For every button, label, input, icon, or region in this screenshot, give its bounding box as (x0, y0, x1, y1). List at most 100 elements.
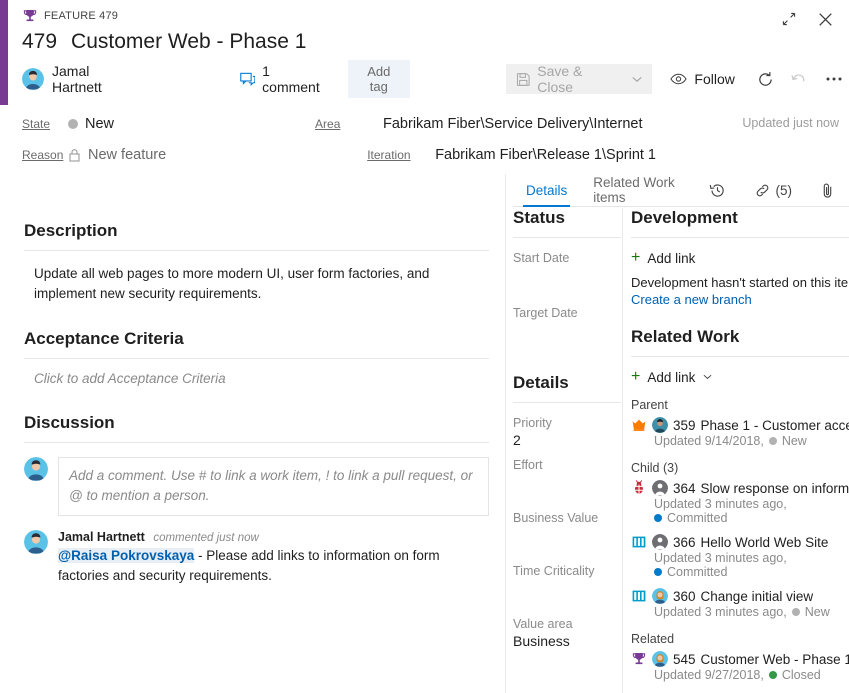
related-work-item[interactable]: 359 Phase 1 - Customer acce... Updated 9… (631, 417, 849, 448)
related-item-state: Committed (654, 511, 727, 525)
save-and-close-button[interactable]: Save & Close (505, 63, 653, 95)
links-count-label: (5) (775, 182, 793, 198)
related-item-line-2: Updated 9/14/2018, New (654, 434, 849, 448)
related-item-title[interactable]: Phase 1 - Customer acce... (701, 418, 849, 433)
business-value-label: Business Value (513, 511, 599, 525)
related-group-label-child: Child (3) (631, 461, 679, 475)
time-criticality-value[interactable] (513, 580, 621, 599)
related-work-item[interactable]: 545 Customer Web - Phase 1 Updated 9/27/… (631, 651, 849, 682)
work-item-title[interactable]: Customer Web - Phase 1 (71, 30, 306, 54)
save-and-close-dropdown[interactable] (630, 76, 652, 83)
avatar (652, 534, 668, 550)
comment-count-link[interactable]: 1 comment (239, 63, 330, 95)
save-and-close-main[interactable]: Save & Close (506, 63, 631, 95)
related-item-line-1: 545 Customer Web - Phase 1 (631, 651, 849, 667)
state-value[interactable]: New (68, 116, 114, 132)
field-start-date[interactable]: Start Date (513, 251, 621, 286)
tab-history[interactable] (695, 174, 740, 206)
follow-button[interactable]: Follow (670, 71, 735, 87)
comment-author: Jamal Hartnett (58, 530, 145, 545)
related-item-title[interactable]: Slow response on inform... (701, 481, 849, 496)
related-item-updated: Updated 9/14/2018, (654, 434, 764, 448)
avatar (652, 480, 668, 496)
reason-value: New feature (68, 147, 166, 163)
related-item-title[interactable]: Change initial view (701, 589, 814, 604)
iteration-label: Iteration (367, 147, 411, 162)
related-work-item[interactable]: 366 Hello World Web Site Updated 3 minut… (631, 534, 849, 579)
state-row: State New Area Fabrikam Fiber\Service De… (8, 108, 849, 139)
new-comment-row: Add a comment. Use # to link a work item… (24, 457, 489, 517)
tab-attachments[interactable] (806, 174, 849, 206)
related-item-updated: Updated 3 minutes ago, (654, 605, 787, 619)
related-item-state-label: New (804, 605, 830, 619)
related-work-item[interactable]: 364 Slow response on inform... Updated 3… (631, 480, 849, 525)
related-item-title[interactable]: Customer Web - Phase 1 (701, 652, 849, 667)
status-heading: Status (513, 208, 565, 227)
related-work-heading: Related Work (631, 327, 740, 346)
create-new-branch-link[interactable]: Create a new branch (631, 292, 849, 307)
priority-value[interactable]: 2 (513, 432, 621, 451)
field-target-date[interactable]: Target Date (513, 306, 621, 341)
tab-links[interactable]: (5) (740, 174, 807, 206)
related-item-state-label: Closed (781, 668, 821, 682)
target-date-value[interactable] (513, 322, 621, 341)
discussion-rule (24, 442, 489, 444)
field-value-area[interactable]: Value area Business (513, 617, 621, 652)
comment-count-label: 1 comment (262, 63, 320, 95)
tab-details[interactable]: Details (513, 174, 580, 207)
related-item-line-2: Updated 3 minutes ago, Committed (654, 497, 849, 525)
field-effort[interactable]: Effort (513, 458, 621, 493)
business-value-value[interactable] (513, 527, 621, 546)
tab-related-work-items[interactable]: Related Work items (580, 174, 694, 206)
field-priority[interactable]: Priority 2 (513, 416, 621, 451)
iteration-value[interactable]: Fabrikam Fiber\Release 1\Sprint 1 (435, 147, 656, 163)
value-area-value[interactable]: Business (513, 633, 621, 652)
acceptance-criteria-placeholder[interactable]: Click to add Acceptance Criteria (24, 359, 489, 386)
discussion-comment: Jamal Hartnett commented just now @Raisa… (24, 530, 489, 585)
assigned-to[interactable]: Jamal Hartnett (22, 63, 141, 95)
field-business-value[interactable]: Business Value (513, 511, 621, 546)
state-dot-icon (68, 118, 78, 129)
add-tag-button[interactable]: Add tag (347, 60, 410, 98)
comment-mention[interactable]: @Raisa Pokrovskaya (58, 548, 195, 564)
related-item-title[interactable]: Hello World Web Site (701, 535, 829, 550)
development-empty-note: Development hasn't started on this item. (631, 275, 849, 290)
state-dot-icon (768, 437, 777, 445)
chevron-down-icon (632, 76, 643, 82)
description-body[interactable]: Update all web pages to more modern UI, … (24, 251, 489, 303)
related-item-updated: Updated 9/27/2018, (654, 668, 764, 682)
effort-value[interactable] (513, 474, 621, 493)
discussion-heading: Discussion (24, 413, 115, 433)
effort-label: Effort (513, 458, 543, 472)
related-work-item[interactable]: 360 Change initial view Updated 3 minute… (631, 588, 849, 619)
assigned-to-name: Jamal Hartnett (52, 63, 102, 95)
value-area-label: Value area (513, 617, 573, 631)
state-dot-icon (791, 608, 800, 616)
comment-input[interactable]: Add a comment. Use # to link a work item… (58, 457, 489, 517)
status-rule (513, 237, 621, 238)
work-item-form: FEATURE 479 479 Customer Web - Phase 1 J… (0, 0, 849, 693)
comment-header: Jamal Hartnett commented just now (58, 530, 489, 544)
related-work-add-link-button[interactable]: + Add link (631, 369, 849, 385)
more-actions-button[interactable] (820, 64, 849, 94)
refresh-button[interactable] (751, 64, 780, 94)
related-work-rule (631, 356, 849, 357)
field-time-criticality[interactable]: Time Criticality (513, 564, 621, 599)
target-date-label: Target Date (513, 306, 578, 320)
state-dot-icon (768, 671, 777, 679)
start-date-value[interactable] (513, 267, 621, 286)
avatar (652, 417, 668, 433)
development-add-link-button[interactable]: + Add link (631, 250, 849, 266)
state-label: State (22, 116, 51, 131)
development-rule (631, 237, 849, 238)
area-value[interactable]: Fabrikam Fiber\Service Delivery\Internet (383, 116, 642, 132)
state-dot-icon (654, 514, 662, 522)
form-tab-strip: Details Related Work items (5) (513, 174, 849, 207)
avatar (24, 457, 48, 481)
related-item-line-2: Updated 9/27/2018, Closed (654, 668, 849, 682)
time-criticality-label: Time Criticality (513, 564, 595, 578)
comment-body: Jamal Hartnett commented just now @Raisa… (58, 530, 489, 585)
undo-icon (791, 73, 805, 82)
feature-trophy-icon (22, 8, 38, 24)
undo-button[interactable] (784, 64, 813, 94)
